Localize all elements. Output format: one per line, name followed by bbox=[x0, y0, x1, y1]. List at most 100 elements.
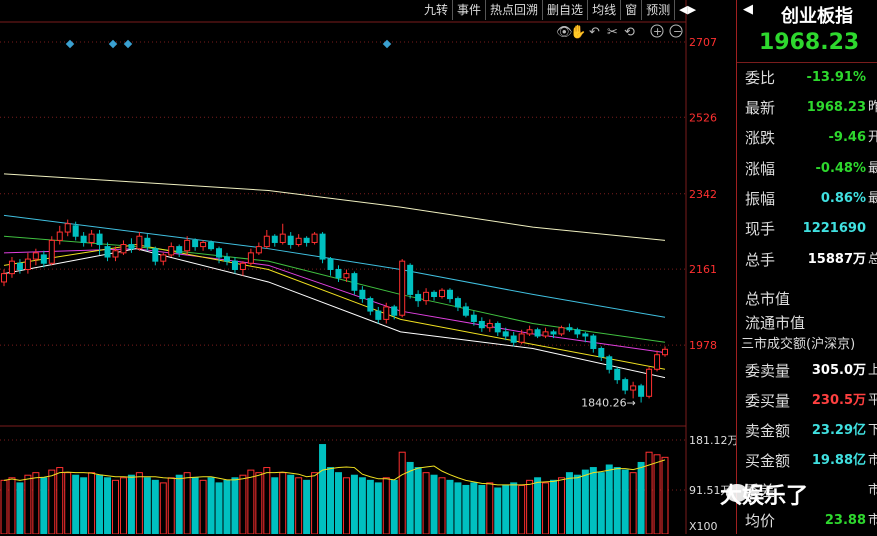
chart-tool-icons[interactable]: 👁 ✋ ↶ ✂ ⟲ + − bbox=[556, 24, 683, 40]
svg-text:−: − bbox=[673, 25, 682, 38]
toolbar-remove-favorite[interactable]: 删自选 bbox=[543, 0, 589, 20]
quote-row: 卖金额 23.29亿下 bbox=[741, 416, 877, 446]
volume-bar bbox=[661, 456, 669, 534]
candle-down bbox=[231, 260, 238, 270]
volume-bar bbox=[494, 487, 502, 534]
toolbar-forecast[interactable]: 预测 bbox=[642, 0, 676, 20]
quote-trail: 平 bbox=[868, 393, 877, 408]
volume-bar bbox=[239, 474, 247, 534]
volume-bar bbox=[327, 467, 335, 534]
volume-bar bbox=[542, 482, 550, 534]
candle-down bbox=[351, 273, 358, 291]
event-marker[interactable] bbox=[108, 39, 118, 49]
volume-bar bbox=[72, 474, 80, 534]
volume-bar bbox=[96, 474, 104, 534]
event-marker[interactable] bbox=[382, 39, 392, 49]
candle-down bbox=[470, 314, 477, 322]
volume-bar bbox=[486, 482, 494, 534]
quote-label: 最新 bbox=[745, 99, 776, 117]
quote-label: 振幅 bbox=[745, 190, 776, 208]
y-tick-label: 2342 bbox=[689, 188, 717, 201]
quote-value: -0.48% bbox=[815, 161, 867, 176]
quote-value: 1221690 bbox=[802, 221, 866, 236]
volume-bar bbox=[342, 477, 350, 534]
candle-up bbox=[255, 246, 262, 254]
quote-trail: 市 bbox=[868, 513, 877, 528]
candle-down bbox=[478, 320, 485, 329]
candle-down bbox=[144, 237, 151, 248]
volume-bar bbox=[422, 472, 430, 534]
quote-label: 买金额 bbox=[745, 452, 791, 470]
candle-down bbox=[510, 335, 517, 343]
index-price: 1968.23 bbox=[759, 30, 860, 55]
volume-bar bbox=[263, 467, 271, 534]
volume-bar bbox=[119, 477, 127, 534]
event-marker[interactable] bbox=[65, 39, 75, 49]
volume-bar bbox=[56, 467, 64, 534]
toolbar-moving-average[interactable]: 均线 bbox=[588, 0, 622, 20]
volume-bar bbox=[279, 472, 287, 534]
quote-value: 1968.23 bbox=[806, 100, 866, 115]
candle-down bbox=[550, 331, 557, 335]
toolbar-hotspot-review[interactable]: 热点回溯 bbox=[486, 0, 544, 20]
candle-up bbox=[279, 233, 286, 243]
volume-bar bbox=[478, 484, 486, 534]
candle-down bbox=[566, 327, 573, 331]
volume-bar bbox=[207, 477, 215, 534]
candle-up bbox=[160, 254, 167, 262]
undo-icon[interactable]: ↶ bbox=[589, 25, 600, 40]
toolbar-nine-turn[interactable]: 九转 bbox=[420, 0, 454, 20]
quote-panel: ◀ 创业板指 1968.23 委比 -13.91% 最新 1968.23 昨涨跌 -9.4… bbox=[736, 0, 877, 534]
toolbar-events[interactable]: 事件 bbox=[453, 0, 487, 20]
hand-icon[interactable]: ✋ bbox=[570, 24, 586, 40]
candle-down bbox=[367, 298, 374, 312]
quote-trail: 总 bbox=[868, 252, 877, 267]
volume-bar bbox=[319, 444, 327, 534]
volume-bar bbox=[629, 472, 637, 534]
quote-value: 305.0万 bbox=[811, 363, 866, 378]
quote-row: 涨幅 -0.48% 最 bbox=[741, 154, 877, 184]
volume-bar bbox=[0, 479, 8, 534]
candle-up bbox=[311, 233, 318, 243]
candle-up bbox=[200, 241, 207, 248]
volume-bar bbox=[24, 474, 32, 534]
toolbar-collapse-arrow-icon[interactable]: ◀▶ bbox=[675, 0, 700, 20]
volume-bar bbox=[350, 474, 358, 534]
volume-unit-label: X100 bbox=[689, 520, 718, 533]
candle-up bbox=[526, 329, 533, 335]
collapse-left-icon[interactable]: ◀ bbox=[743, 2, 753, 17]
quote-trail: 开 bbox=[868, 130, 877, 145]
y-axis-labels: 27072526234221611978181.12万91.51万 bbox=[689, 36, 739, 497]
volume-bar bbox=[167, 477, 175, 534]
volume-bar bbox=[502, 484, 510, 534]
volume-bar bbox=[16, 482, 24, 534]
quote-trail: 昨 bbox=[868, 100, 877, 115]
reset-icon[interactable]: ⟲ bbox=[624, 25, 635, 40]
candle-down bbox=[606, 356, 613, 370]
min-price-annotation: 1840.26→ bbox=[581, 397, 636, 410]
y-tick-label: 1978 bbox=[689, 339, 717, 352]
candle-up bbox=[423, 291, 430, 302]
volume-bar bbox=[311, 472, 319, 534]
candle-down bbox=[271, 235, 278, 243]
volume-bar bbox=[104, 477, 112, 534]
quote-label: 涨幅 bbox=[745, 160, 776, 178]
candle-up bbox=[518, 333, 525, 343]
volume-bar bbox=[199, 479, 207, 534]
scissors-icon[interactable]: ✂ bbox=[607, 25, 618, 40]
candle-up bbox=[646, 368, 653, 397]
candle-down bbox=[16, 262, 23, 270]
volume-bar bbox=[414, 467, 422, 534]
event-markers[interactable] bbox=[65, 39, 392, 49]
candle-down bbox=[614, 368, 621, 381]
volume-bar bbox=[40, 477, 48, 534]
quote-trail: 最 bbox=[868, 191, 877, 206]
quote-value: -9.46 bbox=[828, 130, 866, 145]
toolbar-window[interactable]: 窗 bbox=[621, 0, 643, 20]
event-marker[interactable] bbox=[123, 39, 133, 49]
volume-bar bbox=[287, 474, 295, 534]
volume-bar bbox=[382, 477, 390, 534]
candle-down bbox=[431, 291, 438, 298]
candle-up bbox=[184, 239, 191, 252]
candle-down bbox=[72, 225, 79, 237]
